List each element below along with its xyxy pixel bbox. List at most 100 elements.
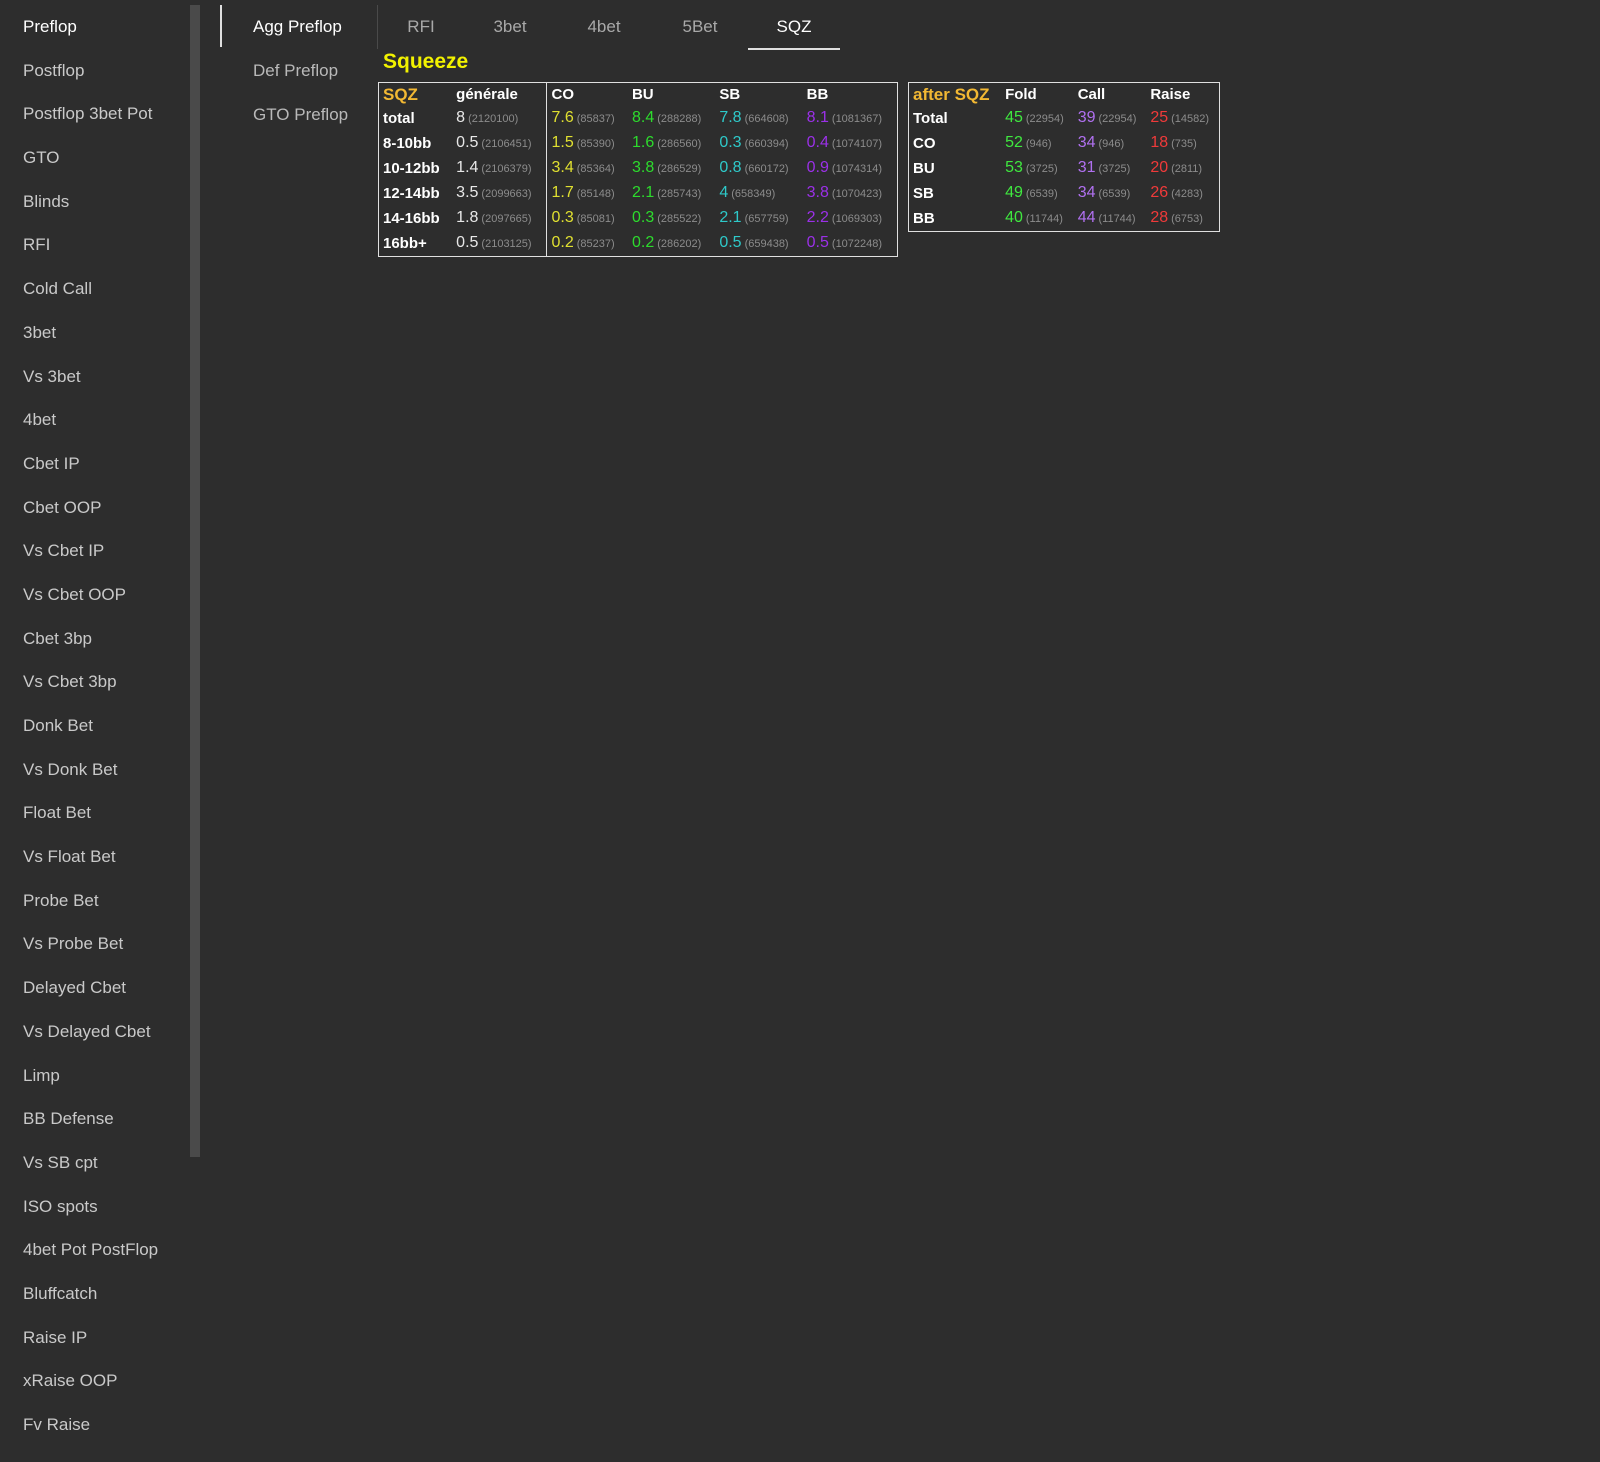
sidebar-item-probe-bet[interactable]: Probe Bet — [0, 879, 190, 923]
sample-count: (286202) — [657, 238, 702, 250]
sidebar-item-preflop[interactable]: Preflop — [0, 5, 190, 49]
tab-rfi[interactable]: RFI — [378, 5, 464, 49]
sidebar-item-raise-ip[interactable]: Raise IP — [0, 1316, 190, 1360]
sqz-cell-sb: 0.3 (660394) — [715, 131, 802, 156]
tab-3bet[interactable]: 3bet — [464, 5, 556, 49]
stat-value: 7.6 — [551, 109, 574, 126]
sidebar-item-vs-3bet[interactable]: Vs 3bet — [0, 355, 190, 399]
sidebar-item-delayed-cbet[interactable]: Delayed Cbet — [0, 966, 190, 1010]
sidebar-item-vs-probe-bet[interactable]: Vs Probe Bet — [0, 922, 190, 966]
sample-count: (85390) — [576, 138, 615, 150]
column-header-raise: Raise — [1150, 86, 1191, 103]
column-header-bb: BB — [806, 86, 829, 103]
stat-value: 0.5 — [456, 234, 479, 251]
sidebar-item-gto[interactable]: GTO — [0, 136, 190, 180]
sample-count: (286560) — [657, 138, 702, 150]
sidebar-item-float-bet[interactable]: Float Bet — [0, 791, 190, 835]
table-row: total 8 (2120100) 7.6 (85837) 8.4 (288288) 7.8(… — [379, 106, 898, 131]
tab-sqz[interactable]: SQZ — [748, 5, 840, 50]
sqz-cell-bu: 0.3 (285522) — [628, 206, 715, 231]
sqz-cell-co: 7.6 (85837) — [546, 106, 628, 131]
stat-value: 53 — [1005, 159, 1023, 176]
column-header-call: Call — [1077, 86, 1106, 103]
sidebar-item-blinds[interactable]: Blinds — [0, 180, 190, 224]
sidebar-item-xraise-oop[interactable]: xRaise OOP — [0, 1359, 190, 1403]
stat-value: 2.1 — [631, 184, 655, 201]
stat-value: 45 — [1005, 109, 1023, 126]
sample-count: (22954) — [1098, 113, 1137, 125]
sidebar-item-rfi[interactable]: RFI — [0, 223, 190, 267]
sidebar-item-postflop[interactable]: Postflop — [0, 49, 190, 93]
sidebar-item-cold-call[interactable]: Cold Call — [0, 267, 190, 311]
sidebar-item-bluffcatch[interactable]: Bluffcatch — [0, 1272, 190, 1316]
sample-count: (2097665) — [481, 213, 532, 225]
sidebar-item-cbet-ip[interactable]: Cbet IP — [0, 442, 190, 486]
stat-value: 1.4 — [456, 159, 479, 176]
sample-count: (288288) — [657, 113, 702, 125]
stat-value: 0.2 — [551, 234, 574, 251]
tab-4bet[interactable]: 4bet — [556, 5, 652, 49]
sample-count: (660394) — [744, 138, 789, 150]
after-cell-call: 39 (22954) — [1074, 106, 1147, 131]
sample-count: (4283) — [1171, 188, 1203, 200]
stat-value: 1.7 — [551, 184, 574, 201]
sample-count: (660172) — [744, 163, 789, 175]
after-cell-raise: 28 (6753) — [1146, 206, 1219, 232]
sidebar-item-vs-donk-bet[interactable]: Vs Donk Bet — [0, 748, 190, 792]
after-squeeze-table: after SQZ Fold Call Raise Total 45 (22954) 39 (2… — [908, 82, 1220, 232]
subnav: Agg Preflop Def Preflop GTO Preflop — [220, 5, 375, 137]
sqz-cell-sb: 2.1 (657759) — [715, 206, 802, 231]
sidebar-item-4bet[interactable]: 4bet — [0, 398, 190, 442]
stat-value: 0.5 — [719, 234, 742, 251]
sample-count: (285522) — [657, 213, 702, 225]
sidebar-item-limp[interactable]: Limp — [0, 1054, 190, 1098]
stat-value: 1.8 — [456, 209, 479, 226]
sidebar-item-vs-cbet-ip[interactable]: Vs Cbet IP — [0, 529, 190, 573]
table-row: Total 45 (22954) 39 (22954) 25 (14582) — [909, 106, 1220, 131]
after-cell-fold: 40 (11744) — [1001, 206, 1074, 232]
stat-value: 26 — [1150, 184, 1169, 201]
sidebar-item-bb-defense[interactable]: BB Defense — [0, 1097, 190, 1141]
stat-value: 18 — [1150, 134, 1169, 151]
column-header-sb: SB — [719, 86, 741, 103]
sample-count: (3725) — [1025, 163, 1058, 175]
sidebar-item-3bet[interactable]: 3bet — [0, 311, 190, 355]
sample-count: (85837) — [576, 113, 615, 125]
sqz-cell-bb: 8.1 (1081367) — [803, 106, 898, 131]
sample-count: (1074107) — [831, 138, 883, 150]
sqz-cell-co: 1.5 (85390) — [546, 131, 628, 156]
sqz-cell-g-n-rale: 1.8 (2097665) — [452, 206, 547, 231]
sqz-cell-g-n-rale: 8 (2120100) — [452, 106, 547, 131]
after-cell-fold: 49 (6539) — [1001, 181, 1074, 206]
sqz-cell-co: 1.7 (85148) — [546, 181, 628, 206]
after-cell-call: 31 (3725) — [1074, 156, 1147, 181]
stat-value: 2.2 — [806, 209, 829, 226]
subnav-item-gto-preflop[interactable]: GTO Preflop — [220, 93, 375, 137]
sqz-cell-bu: 1.6 (286560) — [628, 131, 715, 156]
stat-value: 0.3 — [719, 134, 742, 151]
sidebar-item-cbet-oop[interactable]: Cbet OOP — [0, 486, 190, 530]
sidebar-item-vs-cbet-oop[interactable]: Vs Cbet OOP — [0, 573, 190, 617]
stat-value: 7.8 — [719, 109, 742, 126]
subnav-item-def-preflop[interactable]: Def Preflop — [220, 49, 375, 93]
stat-value: 49 — [1005, 184, 1023, 201]
sidebar-item-vs-cbet-3bp[interactable]: Vs Cbet 3bp — [0, 660, 190, 704]
sidebar-item-iso-spots[interactable]: ISO spots — [0, 1185, 190, 1229]
sidebar-item-4bet-pot-postflop[interactable]: 4bet Pot PostFlop — [0, 1228, 190, 1272]
stat-value: 0.3 — [631, 209, 655, 226]
sidebar-item-vs-delayed-cbet[interactable]: Vs Delayed Cbet — [0, 1010, 190, 1054]
subnav-item-agg-preflop[interactable]: Agg Preflop — [220, 5, 375, 49]
stat-value: 34 — [1077, 134, 1096, 151]
table-row: BU 53 (3725) 31 (3725) 20 (2811) — [909, 156, 1220, 181]
sidebar-scrollbar-thumb[interactable] — [190, 5, 200, 1157]
sidebar-item-donk-bet[interactable]: Donk Bet — [0, 704, 190, 748]
stat-value: 8 — [456, 109, 466, 126]
sidebar-item-vs-float-bet[interactable]: Vs Float Bet — [0, 835, 190, 879]
sample-count: (2103125) — [481, 238, 532, 250]
sidebar-item-vs-sb-cpt[interactable]: Vs SB cpt — [0, 1141, 190, 1185]
sidebar-item-cbet-3bp[interactable]: Cbet 3bp — [0, 617, 190, 661]
after-cell-raise: 25 (14582) — [1146, 106, 1219, 131]
tab-5bet[interactable]: 5Bet — [652, 5, 748, 49]
sidebar-item-fv-raise[interactable]: Fv Raise — [0, 1403, 190, 1447]
sidebar-item-postflop-3bet-pot[interactable]: Postflop 3bet Pot — [0, 92, 190, 136]
